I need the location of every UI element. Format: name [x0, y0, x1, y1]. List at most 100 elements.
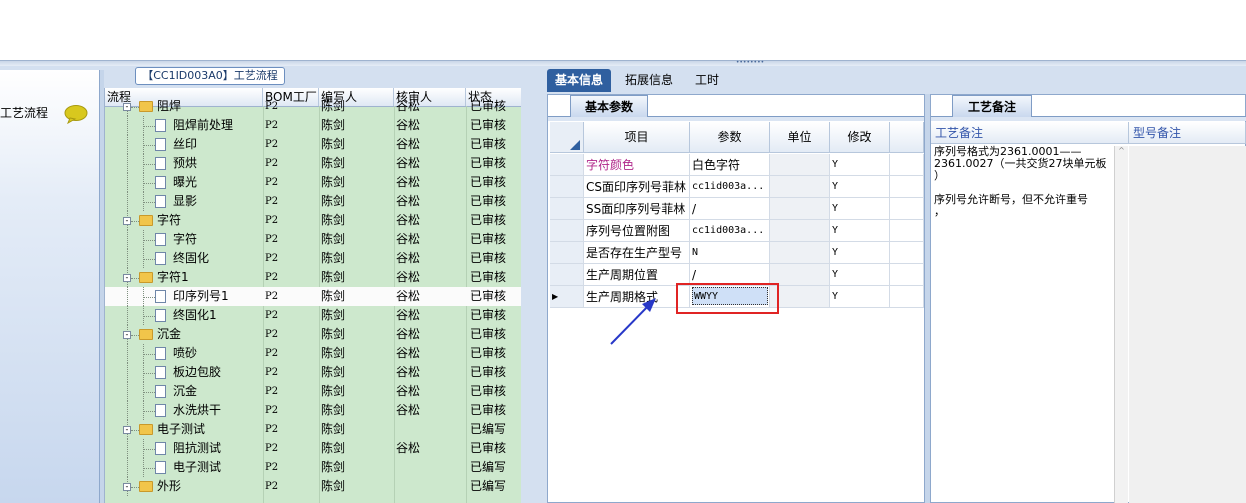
tree-row[interactable]: - 沉金 P2 陈剑 谷松 已审核: [105, 325, 521, 344]
tree-row[interactable]: - 字符1 P2 陈剑 谷松 已审核: [105, 268, 521, 287]
document-icon: [155, 176, 166, 189]
param-cell-spacer[interactable]: [890, 154, 924, 176]
tree-row[interactable]: 电子测试 P2 陈剑 已编写: [105, 458, 521, 477]
tree-row[interactable]: 阻焊前处理 P2 陈剑 谷松 已审核: [105, 116, 521, 135]
param-cell-item[interactable]: 字符颜色: [584, 154, 690, 176]
tree-row[interactable]: 印序列号1 P2 陈剑 谷松 已审核: [105, 287, 521, 306]
param-cell-unit[interactable]: [770, 154, 830, 176]
column-header-modify[interactable]: 修改: [830, 122, 890, 153]
row-header[interactable]: [550, 154, 584, 176]
tree-row[interactable]: 水洗烘干 P2 陈剑 谷松 已审核: [105, 401, 521, 420]
tree-row[interactable]: 曝光 P2 陈剑 谷松 已审核: [105, 173, 521, 192]
tree-row[interactable]: - 字符 P2 陈剑 谷松 已审核: [105, 211, 521, 230]
param-row[interactable]: 字符颜色 白色字符 Y: [550, 154, 924, 176]
collapse-toggle-icon[interactable]: -: [123, 217, 131, 225]
param-cell-value[interactable]: 白色字符: [690, 154, 770, 176]
param-row[interactable]: CS面印序列号菲林 cc1id003a... Y: [550, 176, 924, 198]
tree-row[interactable]: 沉金 P2 陈剑 谷松 已审核: [105, 382, 521, 401]
tree-row[interactable]: 喷砂 P2 陈剑 谷松 已审核: [105, 344, 521, 363]
tab-extended-info[interactable]: 拓展信息: [617, 69, 681, 92]
param-cell-modify[interactable]: Y: [830, 220, 890, 242]
tree-row[interactable]: 显影 P2 陈剑 谷松 已审核: [105, 192, 521, 211]
tree-row[interactable]: 终固化 P2 陈剑 谷松 已审核: [105, 249, 521, 268]
folder-icon: [139, 215, 153, 226]
param-cell-spacer[interactable]: [890, 198, 924, 220]
param-row[interactable]: 序列号位置附图 cc1id003a... Y: [550, 220, 924, 242]
tree-cell-process: 电子测试: [173, 460, 222, 474]
param-cell-modify[interactable]: Y: [830, 198, 890, 220]
param-cell-unit[interactable]: [770, 220, 830, 242]
param-row[interactable]: 是否存在生产型号 N Y: [550, 242, 924, 264]
tree-row[interactable]: - 电子测试 P2 陈剑 已编写: [105, 420, 521, 439]
column-header-value[interactable]: 参数: [690, 122, 770, 153]
column-header-item[interactable]: 项目: [584, 122, 690, 153]
row-header[interactable]: [550, 242, 584, 264]
row-header[interactable]: [550, 198, 584, 220]
param-cell-item[interactable]: SS面印序列号菲林: [584, 198, 690, 220]
param-cell-modify[interactable]: Y: [830, 154, 890, 176]
middle-splitter[interactable]: [521, 70, 543, 503]
collapse-toggle-icon[interactable]: -: [123, 331, 131, 339]
tree-cell-factory: P2: [265, 272, 279, 283]
tab-process-notes[interactable]: 工艺备注: [952, 95, 1032, 117]
param-cell-value[interactable]: /: [690, 198, 770, 220]
param-cell-unit[interactable]: [770, 264, 830, 286]
tab-work-hours[interactable]: 工时: [687, 69, 727, 92]
param-cell-spacer[interactable]: [890, 220, 924, 242]
left-pane-label[interactable]: 工艺流程: [0, 104, 48, 121]
tree-row[interactable]: 板边包胶 P2 陈剑 谷松 已审核: [105, 363, 521, 382]
tree-cell-process: 字符1: [157, 270, 189, 284]
param-cell-spacer[interactable]: [890, 176, 924, 198]
model-note-cell[interactable]: [1129, 146, 1246, 503]
param-cell-value[interactable]: cc1id003a...: [690, 176, 770, 198]
tree-cell-process: 电子测试: [157, 422, 206, 436]
collapse-toggle-icon[interactable]: -: [123, 274, 131, 282]
param-cell-value[interactable]: cc1id003a...: [690, 220, 770, 242]
tree-row[interactable]: 阻抗测试 P2 陈剑 谷松 已审核: [105, 439, 521, 458]
param-cell-spacer[interactable]: [890, 242, 924, 264]
tree-cell-factory: P2: [265, 139, 279, 150]
params-corner-cell[interactable]: [550, 122, 584, 153]
column-header-process-note[interactable]: 工艺备注: [931, 122, 1129, 144]
row-header[interactable]: [550, 220, 584, 242]
tree-row[interactable]: 预烘 P2 陈剑 谷松 已审核: [105, 154, 521, 173]
param-cell-modify[interactable]: Y: [830, 176, 890, 198]
param-cell-spacer[interactable]: [890, 264, 924, 286]
param-cell-unit[interactable]: [770, 176, 830, 198]
param-cell-modify[interactable]: Y: [830, 286, 890, 308]
param-cell-item[interactable]: 序列号位置附图: [584, 220, 690, 242]
process-note-text[interactable]: 序列号格式为2361.0001—— 2361.0027（一共交货27块单元板）序列…: [934, 146, 1114, 218]
param-cell-item[interactable]: 生产周期位置: [584, 264, 690, 286]
tree-cell-status: 已编写: [470, 460, 507, 474]
tree-row[interactable]: - 外形 P2 陈剑 已编写: [105, 477, 521, 496]
param-cell-item[interactable]: CS面印序列号菲林: [584, 176, 690, 198]
param-cell-modify[interactable]: Y: [830, 242, 890, 264]
tab-basic-params[interactable]: 基本参数: [570, 95, 648, 117]
tree-row[interactable]: - 阻焊 P2 陈剑 谷松 已审核: [105, 97, 521, 116]
param-cell-spacer[interactable]: [890, 286, 924, 308]
param-cell-value[interactable]: N: [690, 242, 770, 264]
tree-row[interactable]: 终固化1 P2 陈剑 谷松 已审核: [105, 306, 521, 325]
param-row[interactable]: SS面印序列号菲林 / Y: [550, 198, 924, 220]
tree-row[interactable]: 丝印 P2 陈剑 谷松 已审核: [105, 135, 521, 154]
param-cell-unit[interactable]: [770, 286, 830, 308]
collapse-toggle-icon[interactable]: -: [123, 483, 131, 491]
collapse-toggle-icon[interactable]: -: [123, 426, 131, 434]
param-cell-item[interactable]: 是否存在生产型号: [584, 242, 690, 264]
tab-basic-info[interactable]: 基本信息: [547, 69, 612, 92]
note-scrollbar[interactable]: ^: [1114, 146, 1128, 503]
column-header-unit[interactable]: 单位: [770, 122, 830, 153]
document-icon: [155, 404, 166, 417]
current-row-indicator-icon[interactable]: ▶: [550, 286, 584, 308]
collapse-toggle-icon[interactable]: -: [123, 103, 131, 111]
tree-cell-factory: P2: [265, 462, 279, 473]
column-header-model-note[interactable]: 型号备注: [1129, 122, 1246, 144]
speech-bubble-icon[interactable]: [64, 104, 88, 124]
param-cell-unit[interactable]: [770, 242, 830, 264]
row-header[interactable]: [550, 264, 584, 286]
tree-row[interactable]: 字符 P2 陈剑 谷松 已审核: [105, 230, 521, 249]
document-icon: [155, 385, 166, 398]
param-cell-modify[interactable]: Y: [830, 264, 890, 286]
row-header[interactable]: [550, 176, 584, 198]
param-cell-unit[interactable]: [770, 198, 830, 220]
